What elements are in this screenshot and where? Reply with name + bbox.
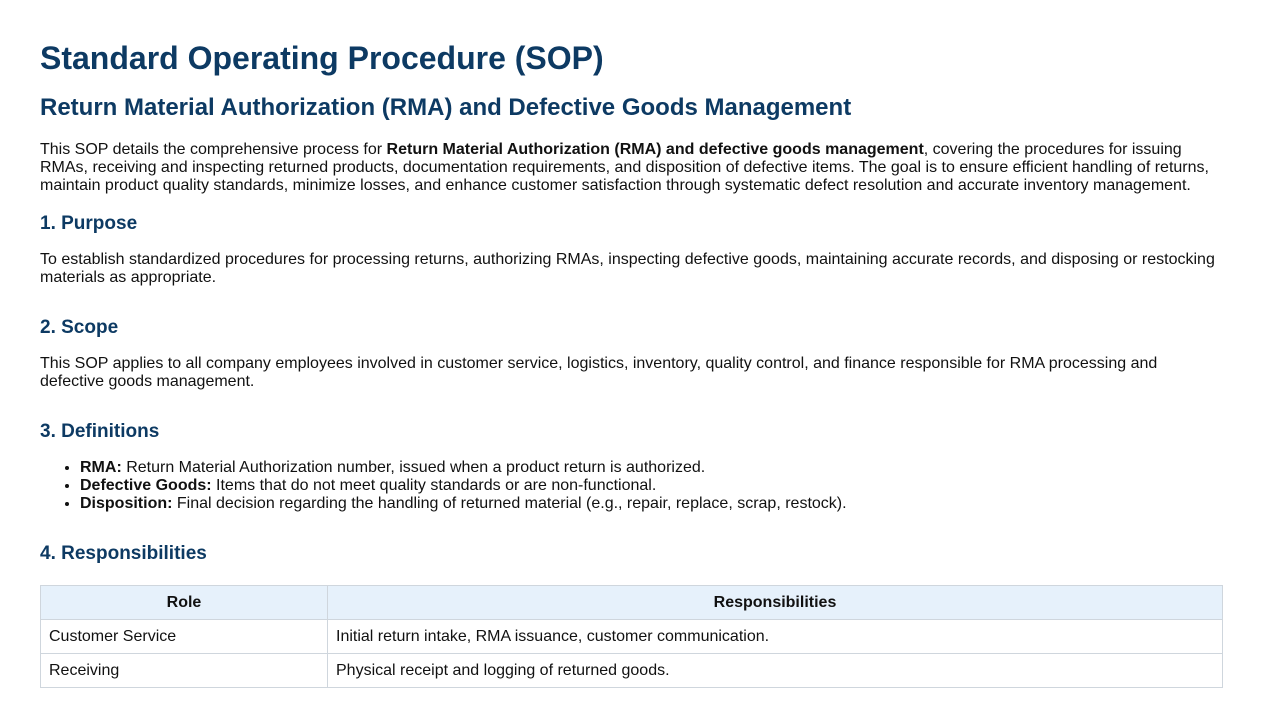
definitions-list: RMA: Return Material Authorization numbe… (40, 459, 1223, 513)
definition-item: Defective Goods: Items that do not meet … (80, 477, 1223, 495)
column-header-responsibilities: Responsibilities (327, 585, 1223, 620)
intro-prefix: This SOP details the comprehensive proce… (40, 141, 387, 158)
definitions-heading: 3. Definitions (40, 421, 160, 442)
page-subtitle: Return Material Authorization (RMA) and … (40, 94, 852, 121)
scope-text: This SOP applies to all company employee… (40, 355, 1158, 390)
definition-text: Final decision regarding the handling of… (172, 495, 847, 512)
purpose-text: To establish standardized procedures for… (40, 251, 1215, 286)
intro-bold: Return Material Authorization (RMA) and … (386, 141, 924, 158)
definition-item: Disposition: Final decision regarding th… (80, 495, 1223, 513)
responsibilities-table: Role Responsibilities Customer Service I… (40, 585, 1223, 688)
purpose-heading: 1. Purpose (40, 213, 138, 234)
responsibilities-cell: Initial return intake, RMA issuance, cus… (327, 619, 1223, 654)
responsibilities-cell: Physical receipt and logging of returned… (327, 653, 1223, 688)
definition-item: RMA: Return Material Authorization numbe… (80, 459, 1223, 477)
sop-document: Standard Operating Procedure (SOP) Retur… (0, 0, 1263, 688)
responsibilities-heading: 4. Responsibilities (40, 543, 207, 564)
role-cell: Receiving (40, 653, 328, 688)
scope-heading: 2. Scope (40, 317, 119, 338)
table-header-row: Role Responsibilities (40, 585, 1223, 620)
definition-term: Defective Goods: (80, 477, 212, 494)
intro-paragraph: This SOP details the comprehensive proce… (40, 141, 1223, 195)
column-header-role: Role (40, 585, 328, 620)
definition-term: RMA: (80, 459, 122, 476)
definition-term: Disposition: (80, 495, 173, 512)
page-title: Standard Operating Procedure (SOP) (40, 40, 604, 76)
role-cell: Customer Service (40, 619, 328, 654)
definition-text: Items that do not meet quality standards… (211, 477, 657, 494)
table-row: Customer Service Initial return intake, … (40, 619, 1223, 654)
definition-text: Return Material Authorization number, is… (121, 459, 706, 476)
table-row: Receiving Physical receipt and logging o… (40, 653, 1223, 688)
